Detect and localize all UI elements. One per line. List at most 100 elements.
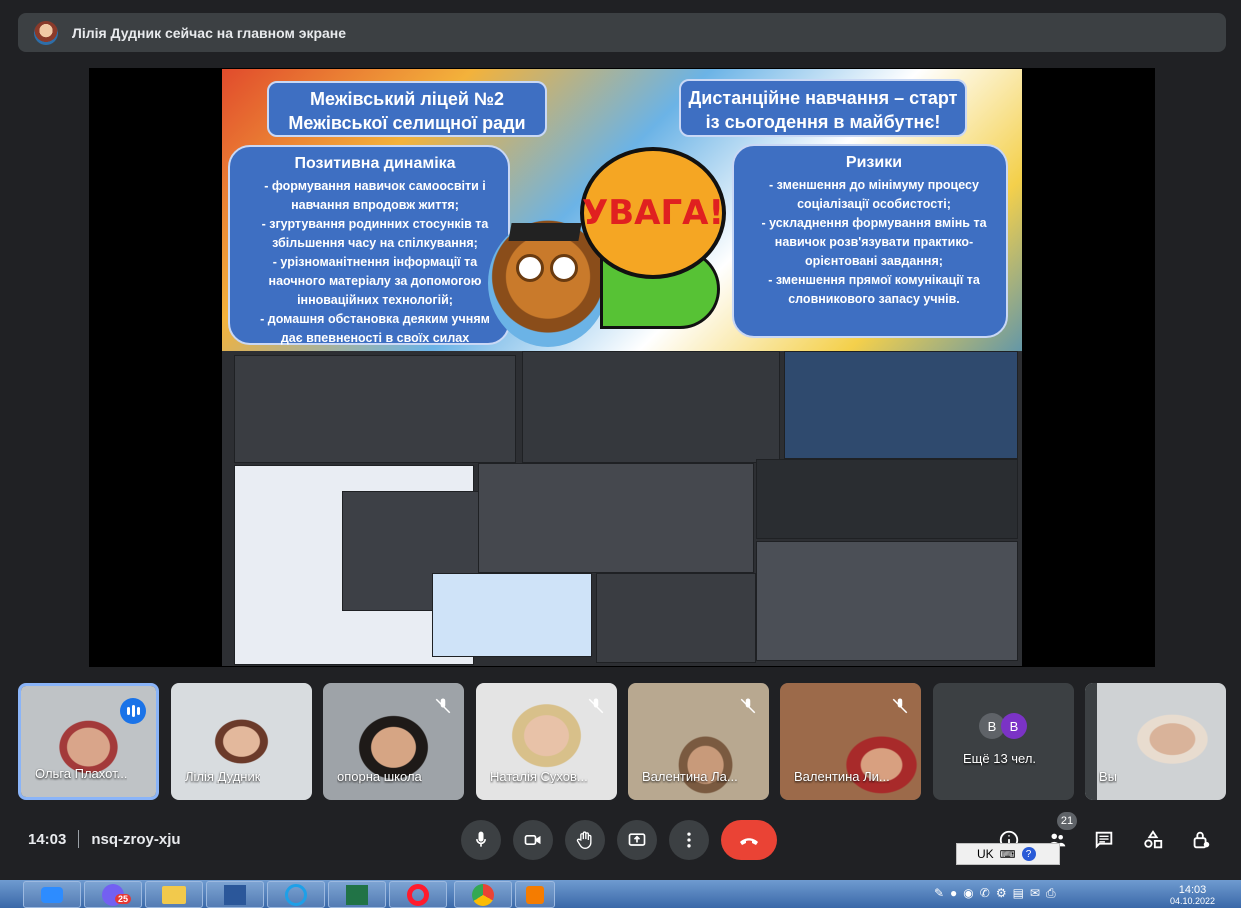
participant-tile[interactable]: Валентина Ла... [628, 683, 769, 800]
presentation-slide: Межівський ліцей №2 Межівської селищної … [222, 69, 1022, 666]
more-participants-avatars: В В [979, 713, 1027, 739]
lock-person-icon [1193, 831, 1210, 849]
graduation-cap-icon [508, 223, 582, 241]
participant-strip: Ольга Плахот... Лілія Дудник опорна школ… [18, 683, 1226, 800]
collage-grid-2 [522, 351, 780, 463]
camera-icon [524, 835, 541, 845]
chat-button[interactable] [1092, 828, 1116, 852]
video-collage-image [222, 351, 1022, 666]
slide-title-school-text: Межівський ліцей №2 Межівської селищної … [288, 89, 526, 133]
owl-eye-right [550, 254, 578, 282]
mic-off-icon [891, 697, 909, 715]
presenter-banner-text: Лілія Дудник сейчас на главном экране [72, 24, 347, 41]
meet-window: Лілія Дудник сейчас на главном экране Ме… [0, 0, 1241, 908]
participant-tile[interactable]: Наталія Сухов... [476, 683, 617, 800]
internet-explorer-icon [285, 883, 307, 906]
phone-hangup-icon [740, 838, 758, 845]
present-screen-icon [628, 833, 646, 846]
risks-bubble: Ризики - зменшення до мінімуму процесу с… [732, 144, 1008, 338]
collage-grid-5 [478, 463, 754, 573]
system-tray: ✎●◉✆⚙▤✉⎙ 14:03 04.10.2022 [930, 880, 1241, 908]
taskbar-zoom[interactable] [23, 881, 81, 908]
mic-off-icon [587, 697, 605, 715]
zoom-icon [41, 886, 63, 903]
participant-name: Наталія Сухов... [490, 769, 588, 784]
host-controls-button[interactable] [1189, 828, 1213, 852]
positive-dynamics-bubble: Позитивна динаміка - формування навичок … [228, 145, 510, 345]
leave-call-button[interactable] [721, 820, 777, 860]
taskbar-opera[interactable] [389, 881, 447, 908]
presentation-stage: Межівський ліцей №2 Межівської селищної … [89, 68, 1155, 667]
chat-icon [1095, 831, 1113, 849]
taskbar-chrome[interactable] [454, 881, 512, 908]
self-tile[interactable]: Вы [1085, 683, 1226, 800]
collage-grid-1 [234, 355, 516, 463]
microphone-icon [476, 831, 486, 847]
risks-text: - зменшення до мінімуму процесу соціаліз… [761, 178, 987, 306]
viber-badge: 25 [115, 894, 132, 904]
risks-heading: Ризики [845, 154, 903, 171]
opera-icon [407, 883, 429, 906]
participant-tile[interactable]: опорна школа [323, 683, 464, 800]
hand-icon [576, 831, 592, 850]
participant-name: опорна школа [337, 769, 422, 784]
people-count-badge: 21 [1057, 812, 1077, 830]
collage-grid-7 [596, 573, 756, 663]
media-player-icon [526, 885, 544, 904]
meeting-info: 14:03 nsq-zroy-xju [28, 830, 181, 848]
collage-presentation [432, 573, 592, 657]
participant-tile[interactable]: Лілія Дудник [171, 683, 312, 800]
excel-icon [346, 884, 368, 905]
participant-tile[interactable]: Ольга Плахот... [18, 683, 159, 800]
camera-button[interactable] [513, 820, 553, 860]
presenter-avatar [34, 20, 58, 45]
language-code: UK [977, 847, 994, 861]
chrome-icon [472, 883, 494, 906]
help-icon: ? [1021, 847, 1036, 861]
mic-off-icon [434, 697, 452, 715]
system-clock[interactable]: 14:03 04.10.2022 [1170, 884, 1215, 906]
mic-off-icon [739, 697, 757, 715]
taskbar-viber[interactable]: 25 [84, 881, 142, 908]
participant-name: Ольга Плахот... [35, 766, 128, 781]
more-vert-icon [687, 832, 691, 848]
folder-icon [162, 885, 186, 904]
meeting-code: nsq-zroy-xju [91, 830, 181, 848]
slide-title-topic-text: Дистанційне навчання – старт із сьогоден… [688, 88, 958, 132]
taskbar-media[interactable] [515, 881, 555, 908]
taskbar-internet-explorer[interactable] [267, 881, 325, 908]
participant-tile[interactable]: Валентина Ли... [780, 683, 921, 800]
positive-dynamics-heading: Позитивна динаміка [294, 155, 456, 172]
slide-title-topic: Дистанційне навчання – старт із сьогоден… [679, 79, 967, 137]
taskbar-excel[interactable] [328, 881, 386, 908]
clock-date: 04.10.2022 [1170, 896, 1216, 906]
present-screen-button[interactable] [617, 820, 657, 860]
owl-eye-left [516, 254, 544, 282]
taskbar-word[interactable] [206, 881, 264, 908]
presenter-banner: Лілія Дудник сейчас на главном экране [18, 13, 1226, 52]
participant-initial-avatar: В [1001, 713, 1027, 739]
language-bar[interactable]: UK ⌨ ? [956, 843, 1060, 865]
more-participants-tile[interactable]: В В Ещё 13 чел. [933, 683, 1074, 800]
meeting-time: 14:03 [28, 830, 67, 848]
collage-grid-6 [756, 459, 1018, 539]
windows-taskbar: 25 ✎●◉✆⚙▤✉⎙ 14:03 04.10.2022 [0, 880, 1241, 908]
collage-grid-8 [756, 541, 1018, 661]
attention-text: УВАГА! [582, 193, 724, 233]
collage-grid-3 [784, 351, 1018, 459]
speaking-indicator-icon [120, 698, 146, 724]
clock-time: 14:03 [1178, 884, 1207, 896]
positive-dynamics-text: - формування навичок самоосвіти і навчан… [260, 179, 490, 345]
participant-name: Валентина Ли... [794, 769, 890, 784]
more-options-button[interactable] [669, 820, 709, 860]
activities-button[interactable] [1141, 828, 1165, 852]
taskbar-explorer[interactable] [145, 881, 203, 908]
keyboard-icon: ⌨ [999, 848, 1016, 861]
word-icon [224, 884, 246, 905]
microphone-button[interactable] [461, 820, 501, 860]
raise-hand-button[interactable] [565, 820, 605, 860]
meeting-info-separator [78, 830, 80, 848]
participant-name: Валентина Ла... [642, 769, 738, 784]
activities-shapes-icon [1144, 830, 1163, 849]
more-participants-label: Ещё 13 чел. [963, 751, 1037, 766]
